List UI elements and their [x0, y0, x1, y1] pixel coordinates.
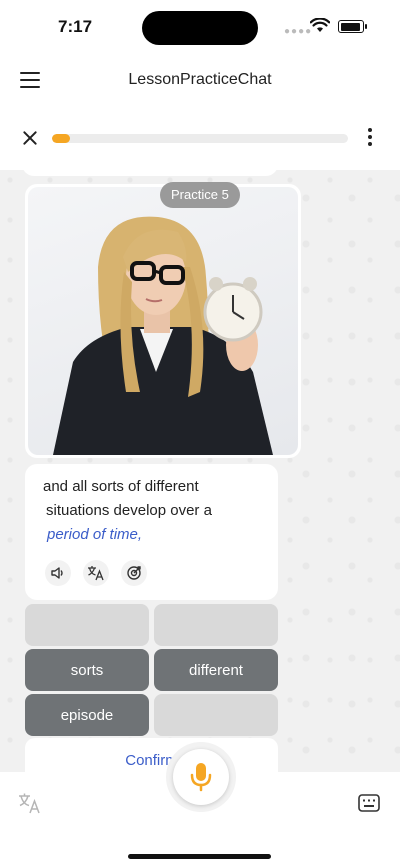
status-bar: 7:17 ●●●● [0, 0, 400, 54]
message-line: and all sorts of different [43, 478, 199, 495]
microphone-button[interactable] [173, 749, 229, 805]
message-line: situations develop over a [46, 502, 212, 519]
word-option-sorts[interactable]: sorts [25, 649, 149, 691]
lesson-photo [28, 187, 298, 455]
answer-slot-empty[interactable] [25, 604, 149, 646]
confirm-button[interactable]: Confirm [25, 738, 278, 772]
translate-icon[interactable] [83, 560, 109, 586]
message-highlight[interactable]: period of time, [47, 526, 142, 543]
translate-icon[interactable] [18, 792, 42, 816]
status-time: 7:17 [58, 17, 93, 36]
practice-badge: Practice 5 [160, 182, 240, 208]
target-icon[interactable] [121, 560, 147, 586]
wifi-icon [310, 18, 330, 32]
answer-slot-empty[interactable] [154, 604, 278, 646]
previous-message-bubble [22, 170, 278, 176]
dynamic-island [142, 11, 258, 45]
microphone-icon [190, 763, 212, 792]
battery-icon [338, 20, 367, 33]
close-icon[interactable] [20, 128, 40, 148]
image-message [25, 184, 301, 458]
progress-bar [52, 134, 348, 143]
keyboard-icon[interactable] [358, 794, 382, 816]
answer-slot-empty[interactable] [154, 694, 278, 736]
woman-with-clock-illustration [53, 216, 273, 455]
page-title: LessonPracticeChat [128, 71, 272, 88]
nav-bar: LessonPracticeChat [0, 54, 400, 106]
message-bubble: and all sorts of different situations de… [25, 464, 278, 600]
home-indicator [128, 854, 271, 859]
speaker-icon[interactable] [45, 560, 71, 586]
chat-area[interactable]: Practice 5 and all sorts of different si… [0, 170, 400, 772]
progress-fill [52, 134, 70, 143]
signal-icon: ●●●● [284, 26, 313, 37]
progress-row [0, 106, 400, 170]
word-option-episode[interactable]: episode [25, 694, 149, 736]
more-vertical-icon[interactable] [362, 128, 378, 148]
word-option-different[interactable]: different [154, 649, 278, 691]
